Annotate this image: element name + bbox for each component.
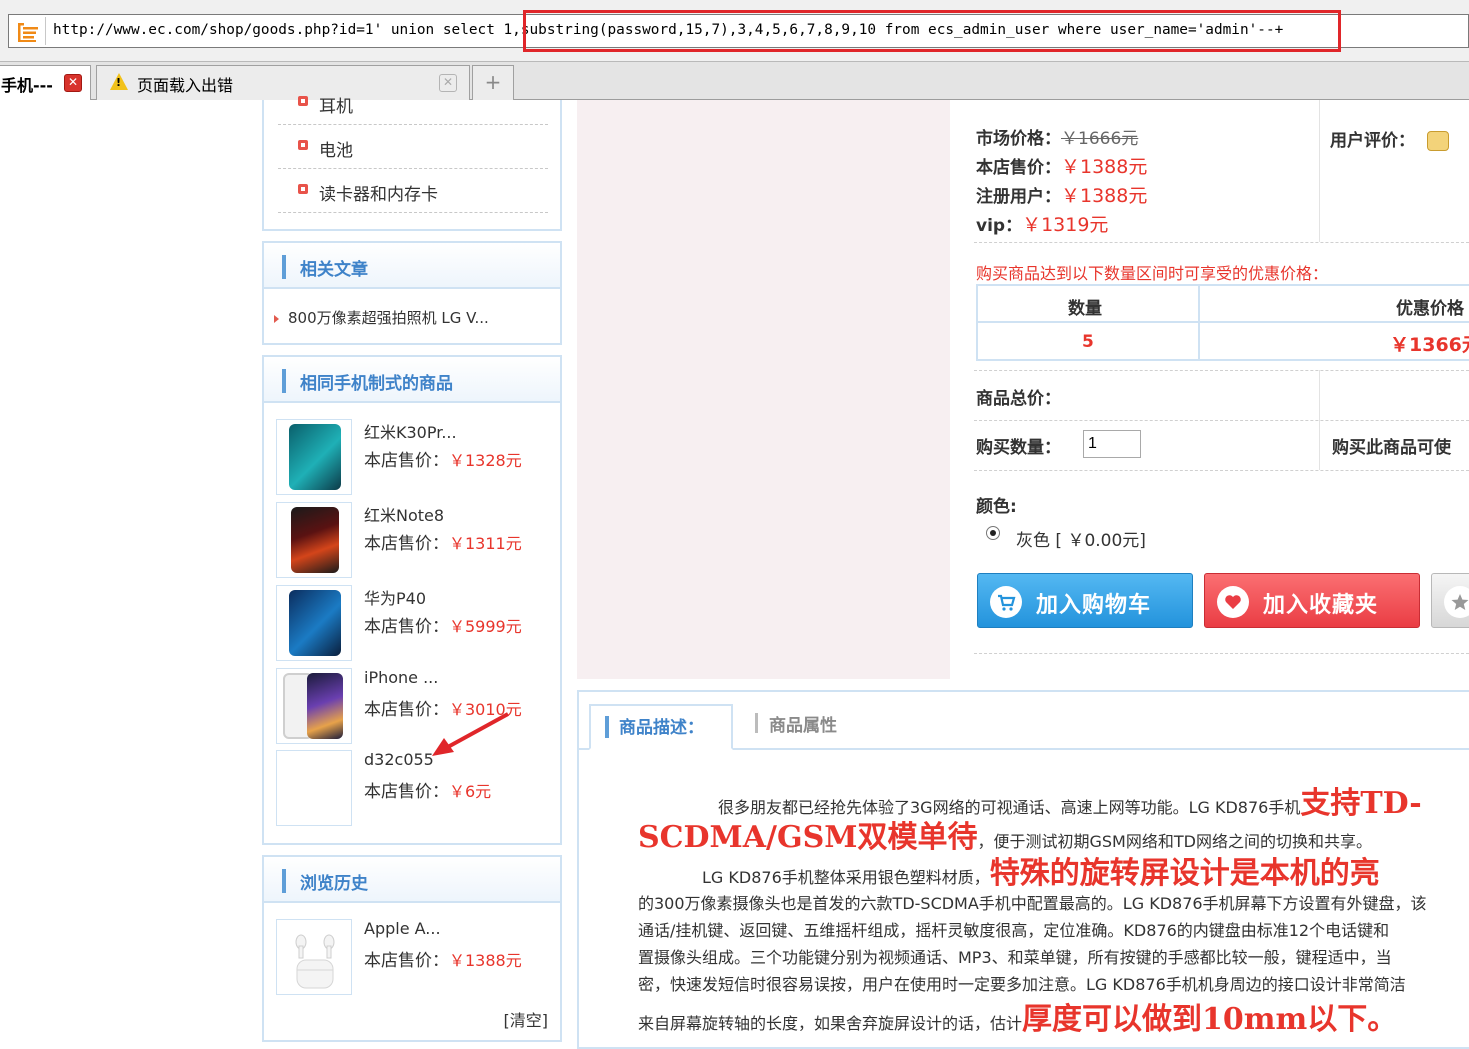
goods-item[interactable]: d32c055 本店售价：￥6元 xyxy=(276,750,556,826)
promo-text: 购买商品达到以下数量区间时可享受的优惠价格： xyxy=(976,264,1329,283)
triangle-icon xyxy=(274,314,279,323)
bullet-icon xyxy=(298,140,308,150)
promo-table: 数量 优惠价格 5 ￥1366元 xyxy=(976,284,1469,361)
history-title: 浏览历史 xyxy=(300,874,368,894)
red-arrow-annotation xyxy=(432,712,509,756)
same-model-goods-box: 相同手机制式的商品 红米K30Pr... 本店售价：￥1328元 红米Note8… xyxy=(262,355,562,845)
add-to-favorites-button[interactable]: 加入收藏夹 xyxy=(1204,573,1420,628)
total-price-label: 商品总价： xyxy=(976,389,1061,409)
table-cell: ￥1366元 xyxy=(1390,334,1469,356)
close-icon[interactable]: ✕ xyxy=(64,74,82,92)
bullet-icon xyxy=(298,184,308,194)
category-item[interactable]: 耳机 xyxy=(278,82,548,125)
tab-phone[interactable]: 手机--- ✕ xyxy=(0,65,91,100)
product-thumbnail[interactable] xyxy=(276,585,352,661)
product-image-area xyxy=(577,100,950,679)
quantity-label: 购买数量： xyxy=(976,438,1061,458)
goods-item[interactable]: 红米Note8 本店售价：￥1311元 xyxy=(276,502,556,578)
category-item[interactable]: 读卡器和内存卡 xyxy=(278,170,548,213)
heart-icon xyxy=(1217,586,1249,618)
table-cell: 5 xyxy=(1082,332,1094,352)
color-option-label[interactable]: 灰色 [ ￥0.00元] xyxy=(1016,526,1146,551)
phone-image xyxy=(289,424,341,490)
share-button[interactable] xyxy=(1431,573,1469,628)
product-thumbnail[interactable] xyxy=(276,919,352,995)
buy-hint: 购买此商品可使 xyxy=(1332,438,1451,458)
address-bar: http://www.ec.com/shop/goods.php?id=1' u… xyxy=(0,0,1469,62)
column-header: 数量 xyxy=(1068,299,1102,319)
vip-price-row: vip：￥1319元 xyxy=(976,214,1109,236)
related-articles-box: 相关文章 800万像素超强拍照机 LG V... xyxy=(262,241,562,345)
shopping-cart-icon xyxy=(15,19,41,45)
description-tabs: 商品描述： 商品属性 xyxy=(579,692,1469,750)
member-price-row: 注册用户：￥1388元 xyxy=(976,185,1148,207)
phone-image xyxy=(307,673,343,739)
product-thumbnail[interactable] xyxy=(276,419,352,495)
article-link[interactable]: 800万像素超强拍照机 LG V... xyxy=(274,307,489,328)
star-icon xyxy=(1444,586,1469,618)
airpods-image xyxy=(295,934,335,989)
rating-row: 用户评价： xyxy=(1330,126,1449,151)
thumbs-up-icon xyxy=(1426,131,1449,151)
tab-bar: 手机--- ✕ ! 页面载入出错 ✕ + xyxy=(0,62,1469,100)
same-model-title: 相同手机制式的商品 xyxy=(300,374,453,394)
category-list: 耳机 电池 读卡器和内存卡 xyxy=(262,96,562,231)
browse-history-box: 浏览历史 Apple A... 本店售价：￥1388元 [清空] xyxy=(262,855,562,1042)
goods-item[interactable]: 红米K30Pr... 本店售价：￥1328元 xyxy=(276,419,556,495)
injection-highlight-box xyxy=(523,10,1341,52)
product-thumbnail[interactable] xyxy=(276,502,352,578)
phone-image xyxy=(291,507,339,573)
box-header: 浏览历史 xyxy=(264,857,560,903)
column-header: 优惠价格 xyxy=(1396,299,1464,319)
description-panel: 商品描述： 商品属性 很多朋友都已经抢先体验了3G网络的可视通话、高速上网等功能… xyxy=(577,690,1469,1049)
box-header: 相同手机制式的商品 xyxy=(264,357,560,403)
add-to-cart-button[interactable]: 加入购物车 xyxy=(977,573,1193,628)
product-thumbnail[interactable] xyxy=(276,668,352,744)
tab-description[interactable]: 商品描述： xyxy=(589,704,733,750)
cart-icon xyxy=(990,586,1022,618)
market-price-row: 市场价格：￥1666元 xyxy=(976,129,1139,149)
category-item[interactable]: 电池 xyxy=(278,126,548,169)
box-header: 相关文章 xyxy=(264,243,560,289)
tab-title: 页面载入出错 xyxy=(137,76,234,95)
shop-price-row: 本店售价：￥1388元 xyxy=(976,156,1148,178)
product-info-panel: 市场价格：￥1666元 本店售价：￥1388元 注册用户：￥1388元 vip：… xyxy=(950,100,1469,670)
tab-title: 手机--- xyxy=(1,76,53,95)
url-separator xyxy=(45,17,46,45)
clear-history-link[interactable]: [清空] xyxy=(504,1007,549,1031)
related-articles-title: 相关文章 xyxy=(300,260,368,280)
color-radio[interactable] xyxy=(986,526,1000,540)
product-thumbnail[interactable] xyxy=(276,750,352,826)
goods-item[interactable]: 华为P40 本店售价：￥5999元 xyxy=(276,585,556,661)
bullet-icon xyxy=(298,96,308,106)
color-label: 颜色: xyxy=(976,497,1017,517)
quantity-input[interactable] xyxy=(1083,430,1141,458)
goods-item[interactable]: Apple A... 本店售价：￥1388元 xyxy=(276,919,556,995)
phone-image xyxy=(289,590,341,656)
